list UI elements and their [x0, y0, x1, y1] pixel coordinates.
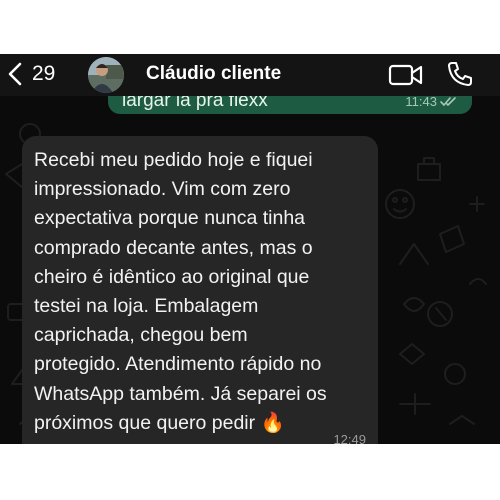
- voice-call-button[interactable]: [446, 60, 474, 93]
- chat-screen: 29 Cláudio cliente largar la pra flexx 1…: [0, 54, 500, 444]
- unread-count: 29: [32, 62, 56, 85]
- chat-header: 29 Cláudio cliente: [0, 54, 500, 96]
- video-camera-icon: [388, 64, 423, 86]
- contact-name[interactable]: Cláudio cliente: [146, 63, 281, 85]
- double-check-icon: [440, 97, 456, 106]
- video-call-button[interactable]: [388, 63, 424, 92]
- outgoing-message-meta: 11:43: [405, 94, 458, 109]
- outgoing-message-time: 11:43: [405, 94, 437, 109]
- incoming-message-text: Recebi meu pedido hoje e fiquei impressi…: [34, 149, 327, 434]
- chevron-left-icon: [8, 62, 22, 86]
- incoming-message-bubble[interactable]: Recebi meu pedido hoje e fiquei impressi…: [22, 136, 378, 444]
- avatar-photo: [88, 57, 124, 93]
- phone-icon: [448, 62, 472, 86]
- back-button[interactable]: 29: [8, 60, 55, 88]
- avatar[interactable]: [88, 57, 124, 93]
- incoming-message-time: 12:49: [333, 432, 366, 444]
